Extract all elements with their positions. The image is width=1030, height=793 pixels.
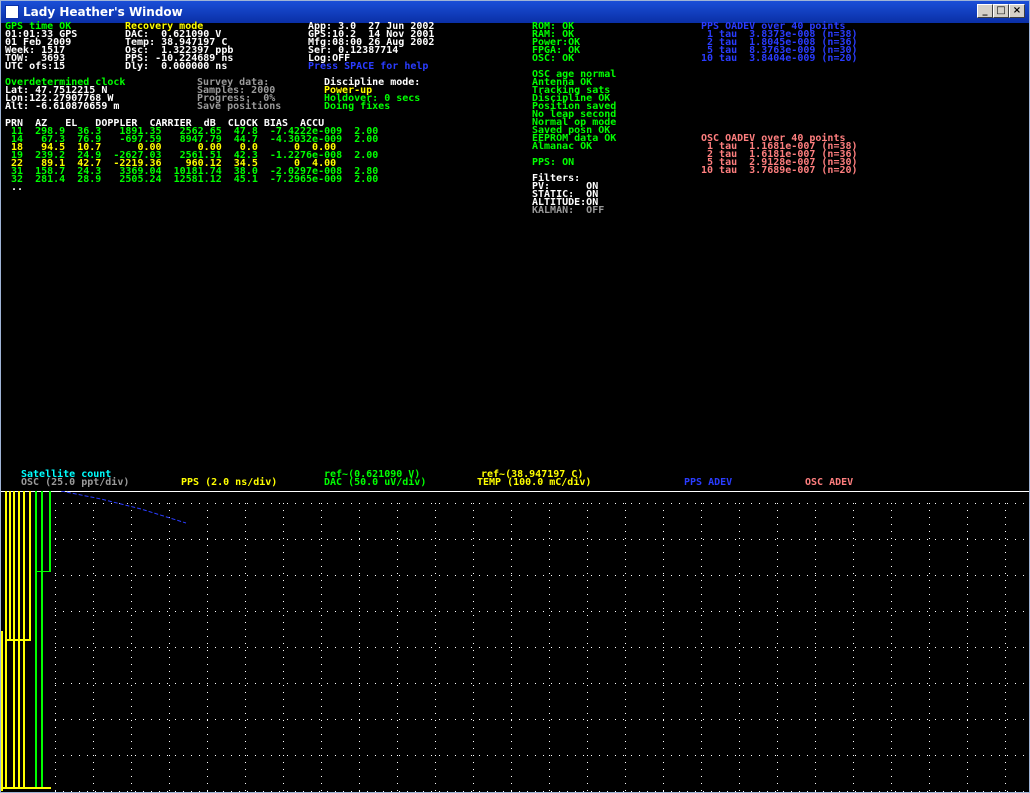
dac-trace — [35, 491, 51, 787]
oscillator-status-line: Dly: 0.000000 ns — [125, 61, 228, 72]
app-icon — [5, 5, 19, 19]
receiver-time-line: UTC ofs:15 — [5, 61, 66, 72]
satellite-row: 32 281.4 28.9 2505.24 12581.12 45.1 -7.2… — [5, 174, 379, 185]
pps-adev-label: PPS ADEV — [684, 477, 733, 488]
discipline-line: Doing fixes — [324, 101, 391, 112]
temp-trace — [1, 631, 51, 791]
osc-adev-line: 10 tau 3.7689e-007 (n=20) — [701, 165, 858, 176]
close-button[interactable]: × — [1009, 4, 1025, 18]
pps-adev-trace — [60, 491, 187, 524]
alarm-line: Almanac OK — [532, 141, 593, 152]
temp-scale-label: TEMP (100.0 mC/div) — [477, 477, 592, 488]
pps-scale-label: PPS (2.0 ns/div) — [181, 477, 278, 488]
pps-trace — [5, 491, 31, 787]
application-window: Lady Heather's Window _ □ × GPS time OK 0… — [0, 0, 1030, 793]
position-line: Alt: -6.610870659 m — [5, 101, 120, 112]
minimize-button[interactable]: _ — [977, 4, 993, 18]
version-info-line: Press SPACE for help — [308, 61, 429, 72]
osc-adev-label: OSC ADEV — [805, 477, 854, 488]
maximize-button[interactable]: □ — [993, 4, 1009, 18]
plot-grid — [55, 503, 1024, 792]
data-plot[interactable] — [1, 491, 1029, 792]
dac-scale-label: DAC (50.0 uV/div) — [324, 477, 427, 488]
alarm-line: KALMAN: OFF — [532, 205, 605, 216]
osc-scale-label: OSC (25.0 ppt/div) — [21, 477, 130, 488]
survey-line: Save positions — [197, 101, 282, 112]
alarm-line: PPS: ON — [532, 157, 575, 168]
window-title: Lady Heather's Window — [23, 5, 183, 19]
pps-adev-line: 10 tau 3.8404e-009 (n=20) — [701, 53, 858, 64]
self-test-line: OSC: OK — [532, 53, 575, 64]
title-bar[interactable]: Lady Heather's Window _ □ × — [1, 1, 1029, 23]
satellite-row: .. — [5, 182, 24, 193]
